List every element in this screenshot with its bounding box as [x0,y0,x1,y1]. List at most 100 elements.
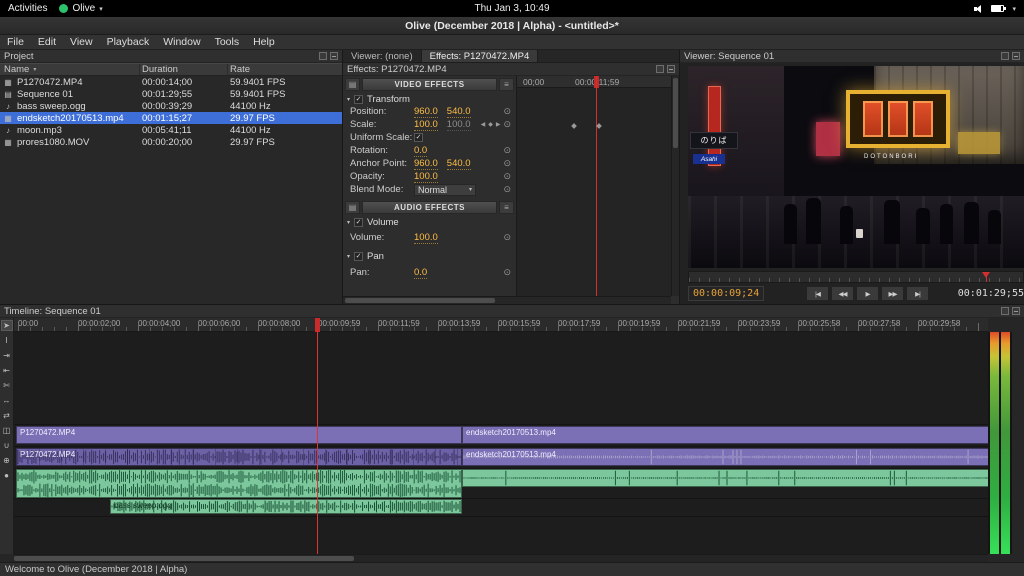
column-rate[interactable]: Rate [228,64,342,75]
scrollbar-thumb[interactable] [14,556,354,561]
system-tray[interactable]: ▾ [974,4,1016,13]
add-effect-icon[interactable]: ≡ [499,201,514,214]
close-icon[interactable] [330,52,338,60]
ripple-tool[interactable]: ⇥ [1,350,13,361]
snapping-toggle[interactable]: ∪ [1,440,13,451]
go-to-end-button[interactable]: ▶| [906,286,929,301]
video-clip[interactable]: endsketch20170513.mp4 [462,448,988,466]
project-row[interactable]: ▦ prores1080.MOV 00:00:20;00 29.97 FPS [0,136,342,148]
go-to-start-button[interactable]: |◀ [806,286,829,301]
close-icon[interactable] [1012,307,1020,315]
slip-tool[interactable]: ↔ [1,395,13,406]
viewer-playhead-marker[interactable] [982,272,990,278]
timeline-horizontal-scrollbar[interactable] [14,554,988,562]
effects-vertical-scrollbar[interactable] [671,76,679,296]
edit-tool[interactable]: I [1,335,13,346]
position-x-field[interactable]: 960.0 [414,106,438,118]
add-keyframe-icon[interactable]: ◆ [488,121,493,128]
column-name[interactable]: Name ▾ [0,64,140,75]
timeline-playhead-marker[interactable] [315,318,320,332]
volume-field[interactable]: 100.0 [414,232,438,244]
audio-clip[interactable]: bass sweep.ogg [110,499,462,514]
menu-view[interactable]: View [63,35,100,49]
video-clip[interactable]: P1270472.MP4 [16,426,462,444]
keyframe-toggle-icon[interactable]: ⊙ [503,185,511,194]
timeline-tracks[interactable]: P1270472.MP4 endsketch20170513.mp4 P1270… [14,332,988,554]
add-effect-icon[interactable]: ≡ [499,78,514,91]
effect-menu-icon[interactable]: ▤ [345,201,360,214]
tab-effects[interactable]: Effects: P1270472.MP4 [421,50,539,62]
prev-keyframe-icon[interactable]: ◀ [481,121,486,128]
menu-playback[interactable]: Playback [100,35,157,49]
popout-icon[interactable] [1001,52,1009,60]
next-frame-button[interactable]: ▶▶ [881,286,904,301]
column-duration[interactable]: Duration [140,64,228,75]
keyframe-diamond-icon[interactable] [571,123,577,129]
opacity-field[interactable]: 100.0 [414,171,438,183]
menu-help[interactable]: Help [246,35,282,49]
position-y-field[interactable]: 540.0 [446,106,471,118]
prev-frame-button[interactable]: ◀◀ [831,286,854,301]
project-row[interactable]: ▦ endsketch20170513.mp4 00:01:15;27 29.97 F… [0,112,342,124]
transform-enabled-checkbox[interactable]: ✓ [354,94,364,104]
menu-file[interactable]: File [0,35,31,49]
uniform-scale-checkbox[interactable]: ✓ [414,133,423,142]
audio-clip[interactable] [462,469,988,487]
pointer-tool[interactable]: ➤ [0,320,13,331]
transition-tool[interactable]: ◫ [1,425,13,436]
blend-mode-select[interactable]: Normal ▾ [414,183,476,196]
audio-clip[interactable] [16,469,462,498]
keyframe-playhead[interactable] [596,76,597,296]
video-clip[interactable]: P1270472.MP4 [16,448,462,466]
popout-icon[interactable] [656,65,664,73]
close-icon[interactable] [667,65,675,73]
keyframe-toggle-icon[interactable]: ⊙ [503,146,511,155]
scale-x-field[interactable]: 100.0 [414,119,438,131]
menu-tools[interactable]: Tools [208,35,247,49]
anchor-y-field[interactable]: 540.0 [446,158,471,170]
volume-enabled-checkbox[interactable]: ✓ [354,217,364,227]
activities-button[interactable]: Activities [8,3,47,14]
close-icon[interactable] [1012,52,1020,60]
window-title-bar[interactable]: Olive (December 2018 | Alpha) - <untitle… [0,17,1024,35]
menu-window[interactable]: Window [156,35,207,49]
record-button[interactable]: ● [1,470,13,481]
timeline-playhead[interactable] [317,318,318,554]
keyframe-ruler[interactable]: 00;00 00:00:11;59 [517,76,671,88]
keyframe-toggle-icon[interactable]: ⊙ [503,120,511,129]
pan-field[interactable]: 0.0 [414,267,428,279]
project-row[interactable]: ▤ Sequence 01 00:01:29;55 59.9401 FPS [0,88,342,100]
keyframe-timeline[interactable]: 00;00 00:00:11;59 [516,76,671,296]
razor-tool[interactable]: ✄ [1,380,13,391]
timeline-ruler[interactable]: 00:00 00:00:02;00 00:00:04;00 00:00:06;00 00… [14,318,988,332]
current-timecode-field[interactable]: 00:00:09;24 [688,286,765,301]
popout-icon[interactable] [1001,307,1009,315]
viewer-seek-bar[interactable] [688,271,1024,283]
next-keyframe-icon[interactable]: ▶ [496,121,501,128]
pan-enabled-checkbox[interactable]: ✓ [354,251,364,261]
keyframe-toggle-icon[interactable]: ⊙ [503,107,511,116]
collapse-icon[interactable]: ▾ [347,96,350,103]
keyframe-toggle-icon[interactable]: ⊙ [503,268,511,277]
clock[interactable]: Thu Jan 3, 10:49 [474,3,549,14]
collapse-icon[interactable]: ▾ [347,253,350,260]
video-preview[interactable]: のりば Asahi DOTONBORI [688,66,1024,268]
rolling-tool[interactable]: ⇤ [1,365,13,376]
zoom-tool[interactable]: ⊕ [1,455,13,466]
keyframe-toggle-icon[interactable]: ⊙ [503,159,511,168]
keyframe-toggle-icon[interactable]: ⊙ [503,233,511,242]
keyframe-toggle-icon[interactable]: ⊙ [503,172,511,181]
project-row[interactable]: ♪ bass sweep.ogg 00:00:39;29 44100 Hz [0,100,342,112]
effects-horizontal-scrollbar[interactable] [343,296,671,304]
video-clip[interactable]: endsketch20170513.mp4 [462,426,988,444]
anchor-x-field[interactable]: 960.0 [414,158,438,170]
tab-viewer-none[interactable]: Viewer: (none) [343,50,422,62]
effect-menu-icon[interactable]: ▤ [345,78,360,91]
app-menu-button[interactable]: Olive ▾ [59,3,103,14]
project-row[interactable]: ♪ moon.mp3 00:05:41;11 44100 Hz [0,124,342,136]
play-button[interactable]: ▶ [856,286,879,301]
collapse-icon[interactable]: ▾ [347,219,350,226]
project-row[interactable]: ▦ P1270472.MP4 00:00:14;00 59.9401 FPS [0,76,342,88]
slide-tool[interactable]: ⇄ [1,410,13,421]
keyframe-diamond-icon[interactable] [596,123,602,129]
